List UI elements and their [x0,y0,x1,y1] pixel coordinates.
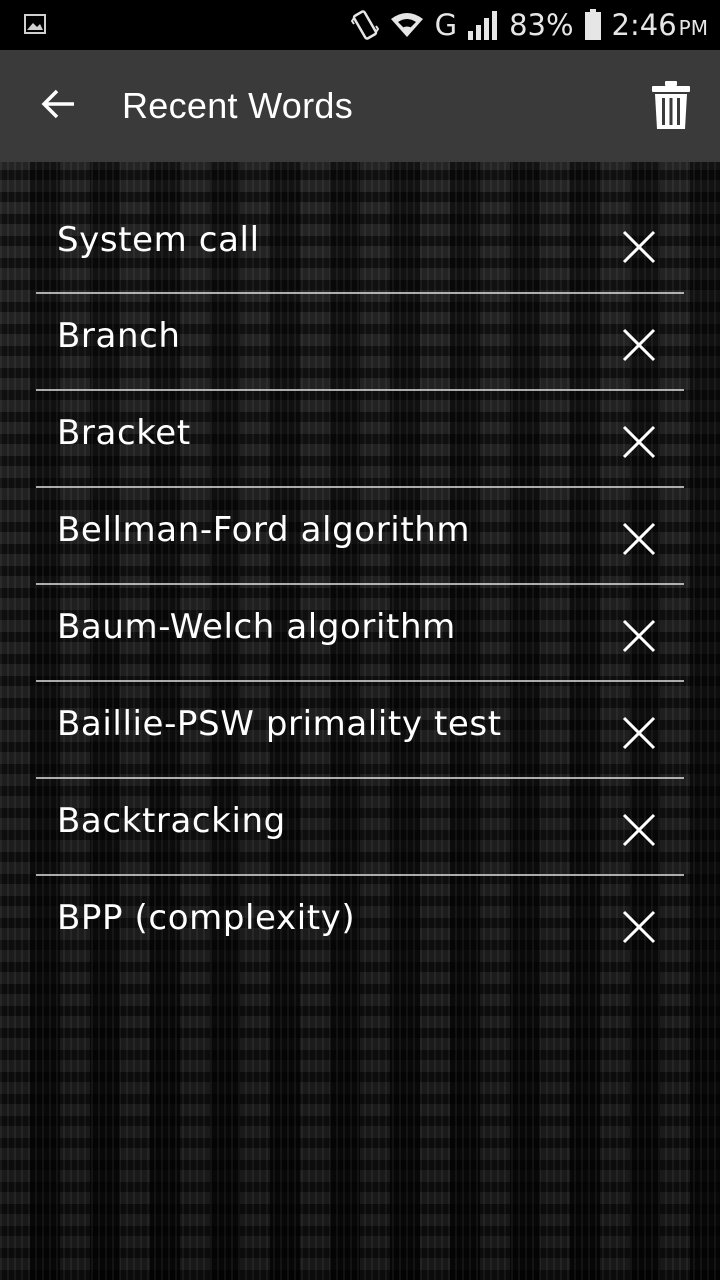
word-label[interactable]: Baum-Welch algorithm [57,607,456,647]
remove-word-button[interactable] [620,714,658,752]
trash-icon [651,80,691,134]
clock-time: 2:46 [611,8,677,42]
status-icons: G 83% 2:46 PM [350,0,708,50]
list-item[interactable]: System call [36,196,684,294]
close-icon [622,619,656,653]
word-label[interactable]: System call [57,220,260,260]
signal-icon [467,9,499,41]
word-label[interactable]: Bellman-Ford algorithm [57,510,470,550]
remove-word-button[interactable] [620,617,658,655]
arrow-back-icon [40,88,76,124]
app-bar: Recent Words [0,50,720,162]
word-label[interactable]: Backtracking [57,801,286,841]
wifi-icon [389,11,425,39]
clock-suffix: PM [678,16,708,40]
battery-icon [584,9,602,41]
word-label[interactable]: Baillie-PSW primality test [57,704,502,744]
close-icon [622,813,656,847]
network-type: G [434,8,458,42]
word-label[interactable]: BPP (complexity) [57,898,355,938]
list-item[interactable]: Baillie-PSW primality test [36,682,684,779]
clear-all-button[interactable] [644,76,698,138]
back-button[interactable] [30,78,86,134]
remove-word-button[interactable] [620,423,658,461]
remove-word-button[interactable] [620,326,658,364]
battery-percent: 83% [509,8,574,42]
page-title: Recent Words [122,85,354,126]
list-item[interactable]: Baum-Welch algorithm [36,585,684,682]
remove-word-button[interactable] [620,908,658,946]
close-icon [622,910,656,944]
gallery-notification-icon [24,14,48,34]
close-icon [622,716,656,750]
list-item[interactable]: BPP (complexity) [36,876,684,973]
close-icon [622,522,656,556]
word-label[interactable]: Bracket [57,413,191,453]
remove-word-button[interactable] [620,811,658,849]
status-bar: G 83% 2:46 PM [0,0,720,50]
word-label[interactable]: Branch [57,316,181,356]
list-item[interactable]: Backtracking [36,779,684,876]
recent-words-list: System call Branch Bracket Bellman-Ford alg… [36,196,684,973]
clock: 2:46 PM [612,8,708,42]
vibrate-icon [350,8,379,42]
list-item[interactable]: Branch [36,294,684,391]
close-icon [622,328,656,362]
list-item[interactable]: Bracket [36,391,684,488]
remove-word-button[interactable] [620,520,658,558]
close-icon [622,425,656,459]
close-icon [622,230,656,264]
remove-word-button[interactable] [620,228,658,266]
list-item[interactable]: Bellman-Ford algorithm [36,488,684,585]
